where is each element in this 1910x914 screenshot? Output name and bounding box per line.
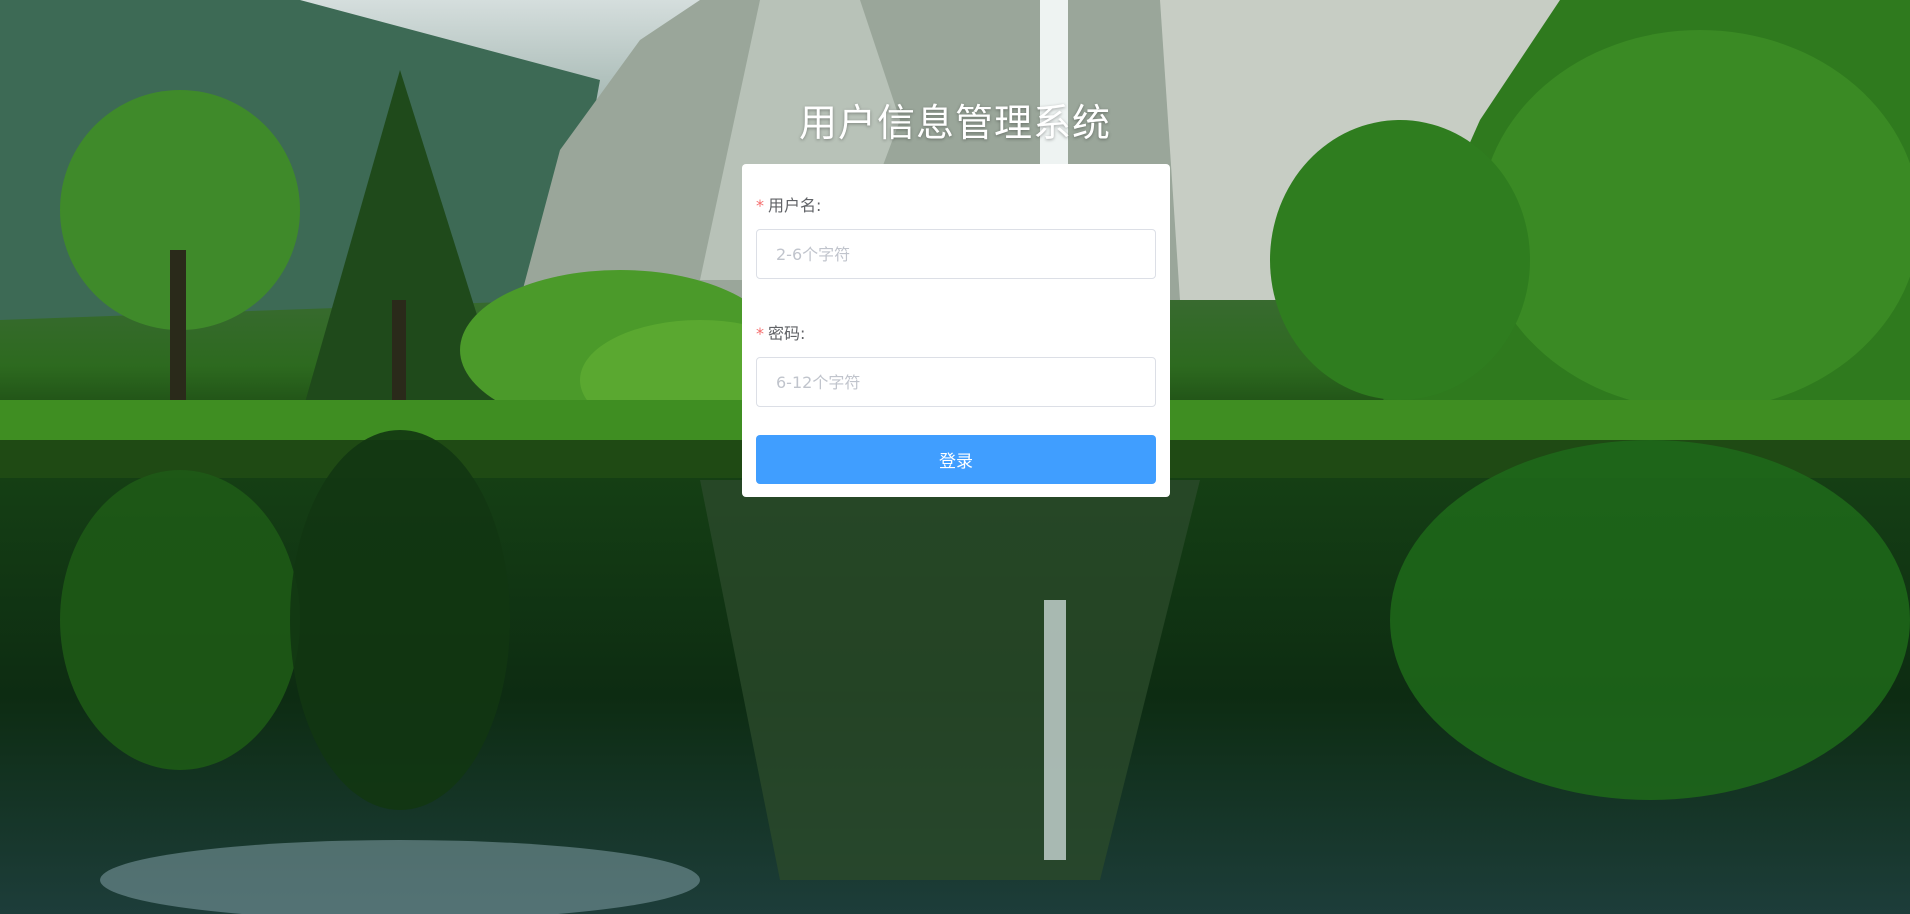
required-mark: * (756, 324, 764, 343)
login-button[interactable]: 登录 (756, 435, 1156, 484)
page-title: 用户信息管理系统 (798, 101, 1111, 145)
password-input[interactable] (756, 357, 1156, 407)
password-label: * 密码: (756, 320, 805, 344)
required-mark: * (756, 196, 764, 215)
username-label: * 用户名: (756, 192, 821, 216)
username-label-text: 用户名: (768, 196, 822, 215)
login-card: *用户名: *密码: 登录 (742, 164, 1170, 497)
username-input[interactable] (756, 229, 1156, 279)
password-label-text: 密码: (768, 324, 806, 343)
